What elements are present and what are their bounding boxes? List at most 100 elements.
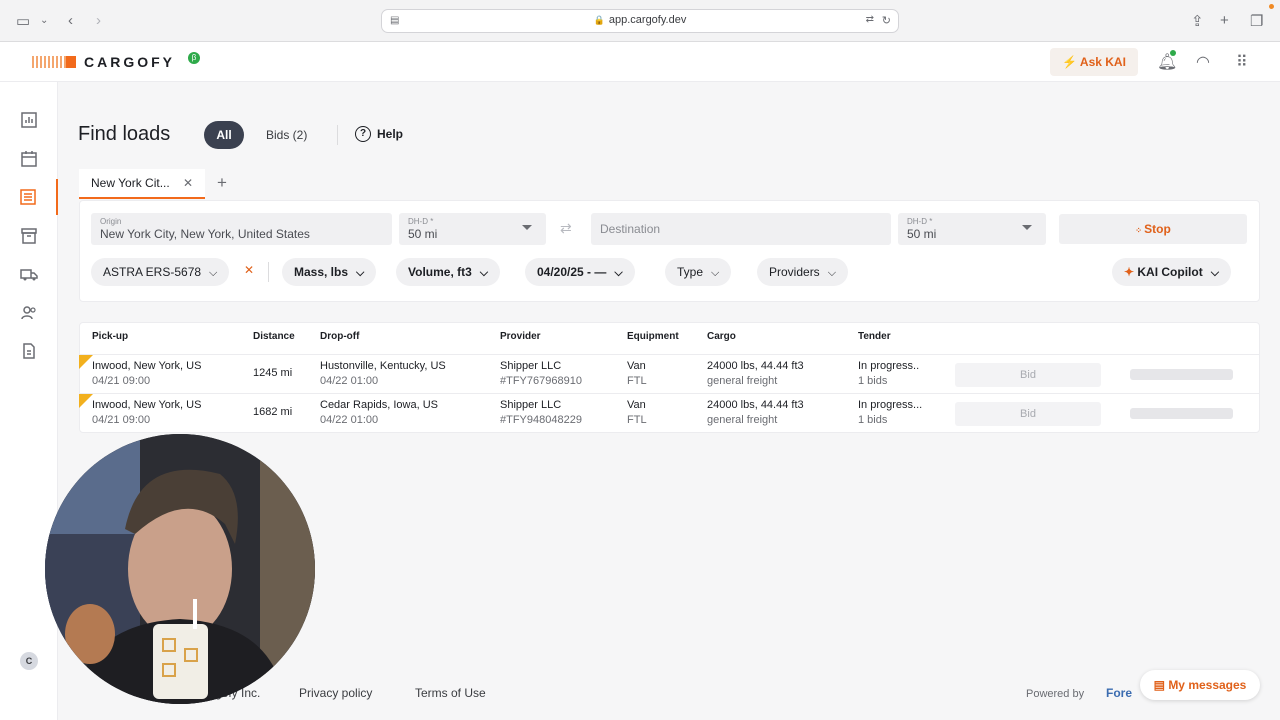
support-headset-icon[interactable]: ◠: [1196, 52, 1210, 72]
kai-copilot-button[interactable]: ✦ KAI Copilot ⌵: [1112, 258, 1232, 286]
sidebar-item-fleet[interactable]: [0, 256, 58, 292]
presenter-video-frame: [45, 434, 315, 704]
volume-filter[interactable]: Volume, ft3 ⌵: [396, 258, 501, 286]
type-filter[interactable]: Type ⌵: [665, 258, 732, 286]
tab-label: New York Cit...: [91, 176, 170, 190]
spinner-icon: ⁘: [1135, 226, 1145, 235]
dhd-label: DH-D *: [907, 217, 933, 226]
loading-placeholder: [1130, 408, 1233, 419]
destination-field[interactable]: Destination: [591, 213, 891, 245]
equipment-type: FTL: [627, 375, 647, 387]
forward-icon[interactable]: ›: [96, 12, 101, 29]
origin-field[interactable]: Origin New York City, New York, United S…: [91, 213, 392, 245]
dhd-value: 50 mi: [907, 227, 937, 241]
provider-name: Shipper LLC: [500, 399, 562, 411]
column-header-pickup[interactable]: Pick-up: [92, 331, 128, 342]
table-row[interactable]: Inwood, New York, US 04/21 09:00 1245 mi…: [79, 354, 1260, 393]
close-icon[interactable]: ✕: [183, 176, 193, 190]
chart-icon: [21, 112, 37, 128]
new-load-flag: [79, 355, 93, 369]
date-filter[interactable]: 04/20/25 - — ⌵: [525, 258, 635, 286]
swap-icon[interactable]: ⇄: [560, 220, 572, 237]
clear-truck-icon[interactable]: ✕: [244, 263, 254, 277]
column-header-provider[interactable]: Provider: [500, 331, 541, 342]
truck-chip[interactable]: ASTRA ERS-5678 ⌵: [91, 258, 230, 286]
destination-placeholder: Destination: [600, 222, 661, 236]
ask-kai-button[interactable]: ⚡ Ask KAI: [1050, 48, 1138, 76]
column-header-equipment[interactable]: Equipment: [627, 331, 679, 342]
translate-icon[interactable]: ⇄: [866, 14, 874, 25]
chevron-down-icon[interactable]: ⌄: [40, 15, 48, 26]
my-messages-button[interactable]: ▤ My messages: [1140, 670, 1260, 700]
webcam-overlay: [45, 434, 315, 704]
tabs-overview-icon[interactable]: ❐: [1250, 12, 1263, 30]
providers-filter[interactable]: Providers ⌵: [757, 258, 849, 286]
user-avatar[interactable]: C: [20, 652, 38, 670]
chat-icon: ▤: [1153, 678, 1169, 692]
beta-badge: β: [188, 52, 200, 64]
filter-all-tab[interactable]: All: [204, 121, 244, 149]
logo-mark-block: [66, 56, 76, 68]
provider-id: #TFY948048229: [500, 414, 582, 426]
sidebar-item-analytics[interactable]: [0, 102, 58, 138]
apps-grid-icon[interactable]: ⠿: [1236, 52, 1248, 72]
column-header-cargo[interactable]: Cargo: [707, 331, 736, 342]
dhd-value: 50 mi: [408, 227, 438, 241]
sidebar-item-users[interactable]: [0, 295, 58, 331]
column-header-dropoff[interactable]: Drop-off: [320, 331, 359, 342]
new-load-flag: [79, 394, 93, 408]
powered-by-logo[interactable]: Fore: [1106, 686, 1132, 700]
privacy-policy-link[interactable]: Privacy policy: [299, 686, 372, 700]
equipment: Van: [627, 360, 646, 372]
sidebar-toggle-icon[interactable]: ▭: [16, 12, 30, 30]
column-header-distance[interactable]: Distance: [253, 331, 295, 342]
sidebar: C: [0, 82, 58, 720]
origin-deadhead-select[interactable]: DH-D * 50 mi: [399, 213, 546, 245]
divider: [268, 262, 269, 282]
equipment-type: FTL: [627, 414, 647, 426]
pickup-location: Inwood, New York, US: [92, 399, 202, 411]
sidebar-item-loads[interactable]: [0, 179, 58, 215]
cargo: 24000 lbs, 44.44 ft3: [707, 360, 804, 372]
table-row[interactable]: Inwood, New York, US 04/21 09:00 1682 mi…: [79, 393, 1260, 432]
destination-deadhead-select[interactable]: DH-D * 50 mi: [898, 213, 1046, 245]
address-bar[interactable]: ▤ 🔒 app.cargofy.dev ⇄ ↻: [381, 9, 899, 33]
mass-filter[interactable]: Mass, lbs ⌵: [282, 258, 377, 286]
origin-value: New York City, New York, United States: [100, 227, 310, 241]
equipment: Van: [627, 399, 646, 411]
app-header: CARGOFY β ⚡ Ask KAI 🔔︎ ◠ ⠿: [0, 42, 1280, 82]
tab-search-new-york[interactable]: New York Cit... ✕: [79, 169, 205, 199]
sidebar-item-archive[interactable]: [0, 218, 58, 254]
back-icon[interactable]: ‹: [68, 12, 73, 29]
sidebar-item-calendar[interactable]: [0, 141, 58, 177]
distance: 1682 mi: [253, 406, 293, 418]
stop-button[interactable]: ⁘ Stop: [1059, 214, 1247, 244]
bid-button[interactable]: Bid: [955, 363, 1101, 387]
filter-bids-tab[interactable]: Bids (2): [258, 121, 315, 149]
bid-button[interactable]: Bid: [955, 402, 1101, 426]
page-title: Find loads: [78, 123, 171, 145]
lock-icon: 🔒: [593, 15, 605, 25]
logo-text: CARGOFY: [84, 54, 175, 70]
caret-down-icon: [1022, 225, 1032, 230]
cargo: 24000 lbs, 44.44 ft3: [707, 399, 804, 411]
reload-icon[interactable]: ↻: [882, 14, 891, 27]
pickup-location: Inwood, New York, US: [92, 360, 202, 372]
share-icon[interactable]: ⇪: [1191, 12, 1204, 30]
add-tab-icon[interactable]: +: [217, 173, 227, 193]
column-header-tender[interactable]: Tender: [858, 331, 891, 342]
notification-dot: [1269, 4, 1274, 9]
url-text: app.cargofy.dev: [608, 14, 687, 26]
help-button[interactable]: ? Help: [355, 126, 403, 142]
chevron-down-icon: ⌵: [614, 267, 623, 279]
chevron-down-icon: ⌵: [209, 267, 218, 279]
loading-placeholder: [1130, 369, 1233, 380]
chevron-down-icon: ⌵: [827, 267, 837, 279]
new-tab-icon[interactable]: +: [1220, 12, 1229, 29]
origin-label: Origin: [100, 217, 122, 226]
pickup-time: 04/21 09:00: [92, 375, 151, 387]
terms-of-use-link[interactable]: Terms of Use: [415, 686, 486, 700]
distance: 1245 mi: [253, 367, 293, 379]
sidebar-item-documents[interactable]: [0, 333, 58, 369]
dropoff-time: 04/22 01:00: [320, 414, 379, 426]
